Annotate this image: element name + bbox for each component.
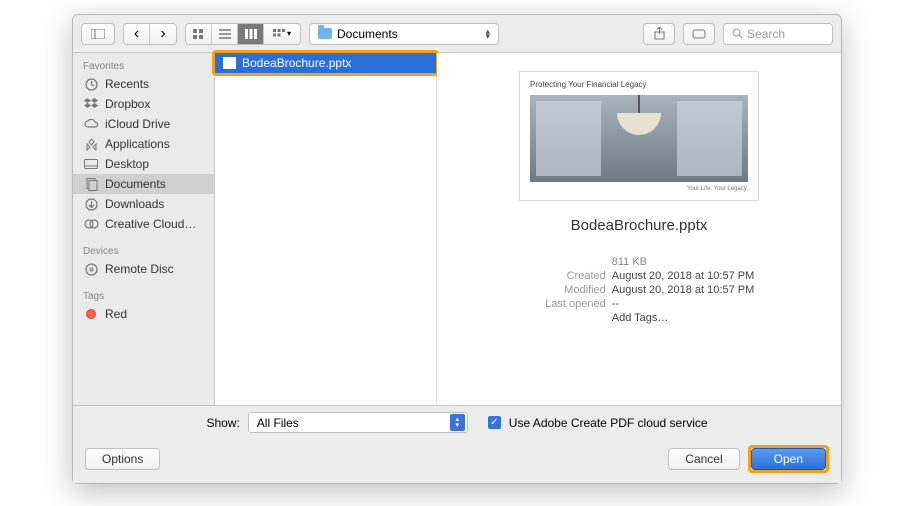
preview-size: 811 KB (612, 256, 755, 268)
toolbar: ‹ › ▾ Documents ▴▾ (73, 15, 841, 53)
cloud-service-label: Use Adobe Create PDF cloud service (509, 416, 708, 430)
sidebar-item-dropbox[interactable]: Dropbox (73, 94, 214, 114)
gallery-view-button[interactable]: ▾ (264, 24, 300, 44)
sidebar-item-remote-disc[interactable]: Remote Disc (73, 259, 214, 279)
sidebar-item-icloud[interactable]: iCloud Drive (73, 114, 214, 134)
modified-value: August 20, 2018 at 10:57 PM (612, 284, 755, 296)
chevron-left-icon: ‹ (134, 25, 139, 43)
sidebar-item-label: Recents (105, 77, 149, 91)
chevron-down-icon: ▾ (287, 29, 291, 38)
sidebar: Favorites Recents Dropbox iCloud Drive A… (73, 53, 215, 405)
show-value: All Files (257, 416, 299, 430)
grid-icon (193, 29, 205, 39)
file-row[interactable]: BodeaBrochure.pptx (215, 53, 436, 73)
location-popup[interactable]: Documents ▴▾ (309, 23, 499, 45)
sidebar-item-label: Downloads (105, 197, 164, 211)
preview-metadata: 811 KB Created August 20, 2018 at 10:57 P… (524, 256, 755, 324)
gallery-icon (273, 29, 285, 39)
sidebar-item-recents[interactable]: Recents (73, 74, 214, 94)
location-label: Documents (337, 27, 398, 41)
download-icon (83, 197, 99, 211)
back-button[interactable]: ‹ (124, 24, 150, 44)
lastopened-label: Last opened (524, 298, 606, 310)
presentation-file-icon (223, 57, 236, 69)
sidebar-toggle-button[interactable] (81, 23, 115, 45)
updown-icon: ▴▾ (450, 414, 465, 431)
button-label: Cancel (685, 452, 722, 466)
file-list: BodeaBrochure.pptx (215, 53, 437, 405)
sidebar-item-tag-red[interactable]: Red (73, 304, 214, 324)
dialog-body: Favorites Recents Dropbox iCloud Drive A… (73, 53, 841, 405)
desktop-icon (83, 157, 99, 171)
preview-filename: BodeaBrochure.pptx (571, 217, 708, 234)
preview-thumbnail: Protecting Your Financial Legacy Your Li… (519, 71, 759, 201)
sidebar-item-label: Documents (105, 177, 166, 191)
column-view-button[interactable] (238, 24, 264, 44)
sidebar-item-desktop[interactable]: Desktop (73, 154, 214, 174)
share-icon (654, 27, 665, 40)
documents-icon (83, 177, 99, 191)
sidebar-item-label: Dropbox (105, 97, 150, 111)
icon-view-button[interactable] (186, 24, 212, 44)
lastopened-value: -- (612, 298, 755, 310)
share-button[interactable] (643, 23, 675, 45)
search-icon (732, 28, 743, 39)
nav-back-forward: ‹ › (123, 23, 177, 45)
open-dialog: ‹ › ▾ Documents ▴▾ (72, 14, 842, 484)
sidebar-item-documents[interactable]: Documents (73, 174, 214, 194)
modified-label: Modified (524, 284, 606, 296)
slide-title: Protecting Your Financial Legacy (530, 80, 748, 89)
sidebar-item-label: Red (105, 307, 127, 321)
columns-icon (245, 29, 257, 39)
slide-photo (530, 95, 748, 182)
sidebar-item-label: iCloud Drive (105, 117, 170, 131)
show-filter-select[interactable]: All Files ▴▾ (248, 412, 468, 433)
created-value: August 20, 2018 at 10:57 PM (612, 270, 755, 282)
creative-cloud-icon (83, 217, 99, 231)
button-label: Options (102, 452, 143, 466)
sidebar-icon (91, 29, 105, 39)
sidebar-item-label: Desktop (105, 157, 149, 171)
list-icon (219, 29, 231, 39)
sidebar-item-creative-cloud[interactable]: Creative Cloud… (73, 214, 214, 234)
slide-footer: Your Life. Your Legacy. (530, 186, 748, 192)
sidebar-header-devices: Devices (73, 242, 214, 259)
disc-icon (83, 262, 99, 276)
list-view-button[interactable] (212, 24, 238, 44)
tags-button[interactable] (683, 23, 715, 45)
sidebar-item-downloads[interactable]: Downloads (73, 194, 214, 214)
sidebar-header-tags: Tags (73, 287, 214, 304)
app-icon (83, 137, 99, 151)
add-tags-link[interactable]: Add Tags… (612, 312, 755, 324)
sidebar-item-label: Applications (105, 137, 170, 151)
options-button[interactable]: Options (85, 448, 160, 470)
updown-icon: ▴▾ (485, 29, 490, 39)
sidebar-item-label: Creative Cloud… (105, 217, 196, 231)
cloud-service-checkbox[interactable]: ✓ (488, 416, 501, 429)
file-name: BodeaBrochure.pptx (242, 56, 351, 70)
created-label: Created (524, 270, 606, 282)
tag-icon (692, 29, 706, 39)
dropbox-icon (83, 97, 99, 111)
sidebar-header-favorites: Favorites (73, 57, 214, 74)
cancel-button[interactable]: Cancel (668, 448, 739, 470)
open-button[interactable]: Open (751, 448, 826, 470)
search-placeholder: Search (747, 27, 785, 41)
preview-pane: Protecting Your Financial Legacy Your Li… (437, 53, 841, 405)
sidebar-item-label: Remote Disc (105, 262, 174, 276)
cloud-icon (83, 117, 99, 131)
clock-icon (83, 77, 99, 91)
forward-button[interactable]: › (150, 24, 176, 44)
tag-red-icon (83, 307, 99, 321)
button-label: Open (774, 452, 803, 466)
show-label: Show: (206, 416, 239, 430)
chevron-right-icon: › (160, 25, 165, 43)
view-mode-segment: ▾ (185, 23, 301, 45)
bottom-bar: Show: All Files ▴▾ ✓ Use Adobe Create PD… (73, 405, 841, 483)
folder-icon (318, 28, 332, 39)
sidebar-item-applications[interactable]: Applications (73, 134, 214, 154)
search-field[interactable]: Search (723, 23, 833, 45)
